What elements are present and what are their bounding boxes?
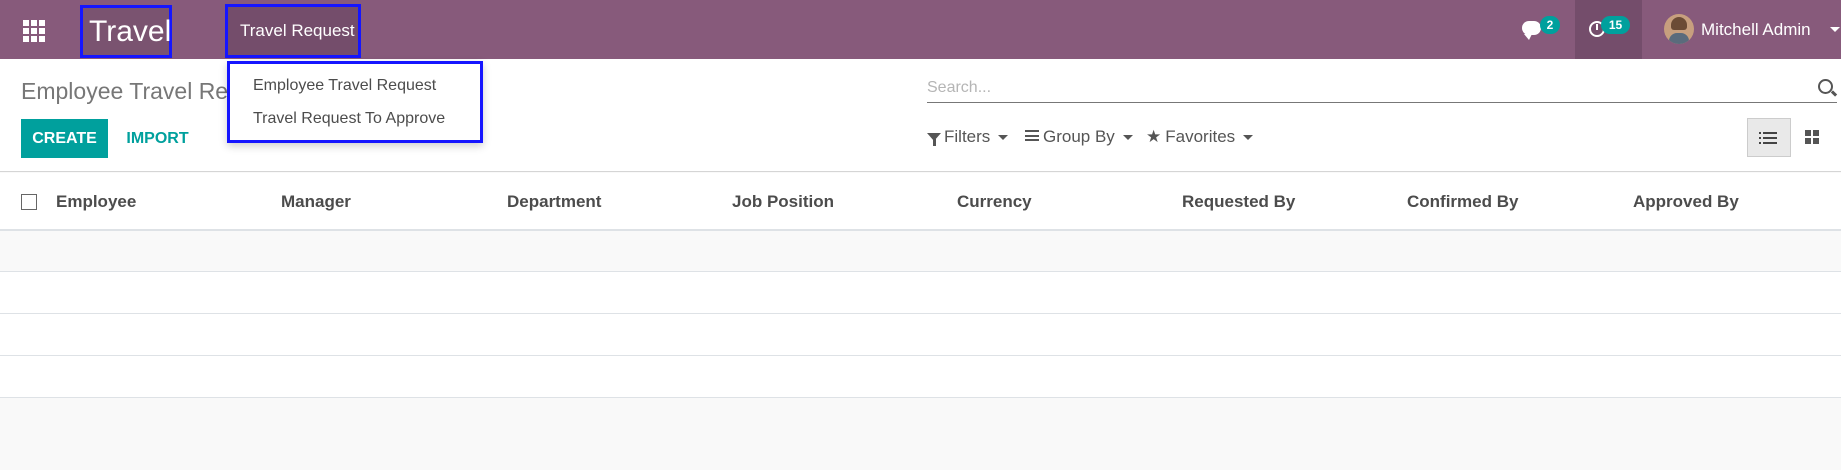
create-button[interactable]: CREATE	[21, 119, 108, 158]
menu-travel-request[interactable]: Travel Request	[225, 4, 361, 58]
messages-button[interactable]: 2	[1515, 0, 1575, 59]
table-header: Employee Manager Department Job Position…	[0, 173, 1841, 231]
grid-icon	[23, 20, 45, 42]
table-row	[0, 231, 1841, 272]
menu-item-travel-request-to-approve[interactable]: Travel Request To Approve	[253, 110, 445, 128]
list-view-button[interactable]	[1747, 118, 1791, 157]
activities-badge: 15	[1601, 16, 1630, 34]
filter-icon	[927, 133, 941, 146]
table-row	[0, 356, 1841, 398]
column-department[interactable]: Department	[507, 192, 601, 212]
kanban-view-button[interactable]	[1791, 118, 1833, 157]
travel-request-dropdown: Employee Travel Request Travel Request T…	[227, 61, 483, 143]
user-menu[interactable]: Mitchell Admin	[1662, 0, 1841, 59]
top-navbar: Travel Travel Request 2 15 Mitchell Admi…	[0, 0, 1841, 59]
list-icon	[1763, 132, 1777, 134]
list-table: Employee Manager Department Job Position…	[0, 173, 1841, 398]
caret-down-icon	[1243, 135, 1254, 141]
user-name: Mitchell Admin	[1701, 20, 1811, 39]
search-bar	[927, 73, 1837, 103]
column-currency[interactable]: Currency	[957, 192, 1032, 212]
apps-menu-button[interactable]	[20, 17, 46, 43]
column-manager[interactable]: Manager	[281, 192, 351, 212]
group-by-label: Group By	[1043, 127, 1115, 146]
star-icon: ★	[1146, 127, 1162, 146]
column-confirmed-by[interactable]: Confirmed By	[1407, 192, 1518, 212]
bars-icon	[1025, 130, 1039, 141]
favorites-label: Favorites	[1165, 127, 1236, 146]
column-employee[interactable]: Employee	[56, 192, 136, 212]
activities-button[interactable]: 15	[1575, 0, 1642, 59]
caret-down-icon	[1830, 27, 1840, 32]
app-brand[interactable]: Travel	[80, 5, 172, 58]
column-requested-by[interactable]: Requested By	[1182, 192, 1295, 212]
search-icon[interactable]	[1818, 79, 1833, 94]
menu-item-employee-travel-request[interactable]: Employee Travel Request	[253, 77, 436, 95]
filters-button[interactable]: Filters	[927, 127, 1009, 147]
avatar	[1664, 14, 1694, 44]
group-by-button[interactable]: Group By	[1025, 127, 1133, 147]
caret-down-icon	[998, 135, 1009, 141]
import-button[interactable]: IMPORT	[115, 119, 200, 158]
messages-badge: 2	[1540, 16, 1560, 34]
column-job-position[interactable]: Job Position	[732, 192, 834, 212]
caret-down-icon	[1122, 135, 1133, 141]
chat-icon	[1522, 21, 1541, 40]
select-all-checkbox[interactable]	[21, 194, 37, 210]
column-approved-by[interactable]: Approved By	[1633, 192, 1739, 212]
search-input[interactable]	[927, 76, 1797, 100]
table-row	[0, 314, 1841, 356]
table-row	[0, 272, 1841, 314]
favorites-button[interactable]: ★ Favorites	[1146, 127, 1254, 147]
filters-label: Filters	[944, 127, 991, 146]
kanban-icon	[1805, 130, 1811, 136]
